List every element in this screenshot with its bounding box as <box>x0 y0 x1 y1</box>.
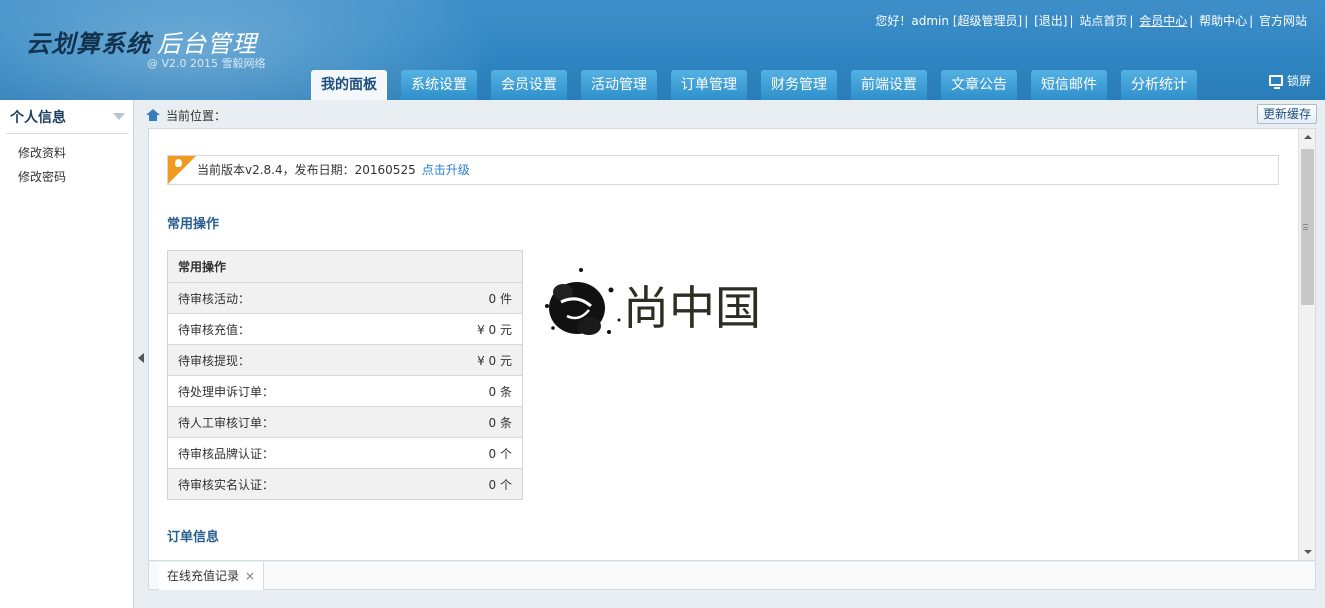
brand-calligraphy-image: 尚中国 <box>545 268 761 335</box>
bottom-tab-bar: 在线充值记录 × <box>148 562 1316 590</box>
section-title-common: 常用操作 <box>167 217 220 232</box>
table-row: 待处理申诉订单： 0 条 <box>168 375 522 406</box>
table-row: 待人工审核订单： 0 条 <box>168 406 522 437</box>
table-row: 待审核提现： ¥ 0 元 <box>168 344 522 375</box>
notice-text-wrap: 当前版本v2.8.4，发布日期：20160525 点击升级 <box>197 156 470 184</box>
tab-system-settings[interactable]: 系统设置 <box>401 70 477 100</box>
notice-corner <box>168 156 196 184</box>
version-notice: 当前版本v2.8.4，发布日期：20160525 点击升级 <box>167 155 1279 185</box>
table-row: 待审核活动： 0 件 <box>168 282 522 313</box>
row-label: 待审核品牌认证： <box>178 446 275 461</box>
notice-text: 当前版本v2.8.4，发布日期：20160525 <box>197 163 416 177</box>
tab-finance-management[interactable]: 财务管理 <box>761 70 837 100</box>
upgrade-link[interactable]: 点击升级 <box>422 163 470 177</box>
refresh-cache-button[interactable]: 更新缓存 <box>1257 104 1317 124</box>
scroll-down-icon[interactable] <box>1304 550 1312 554</box>
common-ops-table: 常用操作 待审核活动： 0 件 待审核充值： ¥ 0 元 待审核提现： ¥ 0 元 待… <box>167 250 523 500</box>
table-header-label: 常用操作 <box>178 260 227 274</box>
separator: | <box>1249 14 1254 28</box>
separator: | <box>1069 14 1074 28</box>
row-label: 待审核活动： <box>178 291 251 306</box>
tab-articles[interactable]: 文章公告 <box>941 70 1017 100</box>
lock-screen-label: 锁屏 <box>1286 74 1311 88</box>
logo-sub-text: 后台管理 <box>157 30 257 58</box>
section-title-orders: 订单信息 <box>167 530 220 545</box>
app-logo: 云划算系统 后台管理 <box>26 24 257 59</box>
brand-text: 尚中国 <box>623 281 761 335</box>
separator: | <box>1189 14 1194 28</box>
sidebar-title: 个人信息 <box>10 109 66 126</box>
row-value: 0 件 <box>488 291 512 306</box>
row-label: 待人工审核订单： <box>178 415 275 430</box>
row-value: ¥ 0 元 <box>477 353 512 368</box>
main-nav: 我的面板 系统设置 会员设置 活动管理 订单管理 财务管理 前端设置 文章公告 … <box>311 70 1197 100</box>
breadcrumb-label: 当前位置： <box>166 108 227 123</box>
help-center-link[interactable]: 帮助中心 <box>1199 14 1247 28</box>
row-label: 待处理申诉订单： <box>178 384 275 399</box>
separator: | <box>1024 14 1029 28</box>
table-header: 常用操作 <box>168 251 522 282</box>
tab-order-management[interactable]: 订单管理 <box>671 70 747 100</box>
tab-recharge-records[interactable]: 在线充值记录 × <box>159 562 265 590</box>
separator: | <box>1129 14 1134 28</box>
sidebar: 个人信息 修改资料 修改密码 <box>0 100 134 608</box>
top-header: 云划算系统 后台管理 @ V2.0 2015 雪毅网络 您好！admin [超级管… <box>0 0 1325 100</box>
row-label: 待审核实名认证： <box>178 477 275 492</box>
tab-frontend-settings[interactable]: 前端设置 <box>851 70 927 100</box>
lock-screen-button[interactable]: 锁屏 <box>1268 72 1311 89</box>
close-icon[interactable]: × <box>245 569 255 583</box>
sidebar-item-edit-profile[interactable]: 修改资料 <box>0 141 133 165</box>
tab-my-panel[interactable]: 我的面板 <box>311 70 387 100</box>
version-text: @ V2.0 2015 雪毅网络 <box>147 57 266 70</box>
row-value: 0 条 <box>488 415 512 430</box>
tab-analytics[interactable]: 分析统计 <box>1121 70 1197 100</box>
row-value: 0 个 <box>488 477 512 492</box>
tab-sms-email[interactable]: 短信邮件 <box>1031 70 1107 100</box>
sidebar-item-change-password[interactable]: 修改密码 <box>0 165 133 189</box>
main-panel: 当前版本v2.8.4，发布日期：20160525 点击升级 常用操作 常用操作 待… <box>148 128 1316 561</box>
vertical-scrollbar[interactable] <box>1298 129 1315 560</box>
row-label: 待审核提现： <box>178 353 251 368</box>
site-home-link[interactable]: 站点首页 <box>1079 14 1127 28</box>
top-links: 您好！admin [超级管理员] | [退出] | 站点首页 | 会员中心 | 帮助中心… <box>875 12 1307 29</box>
collapse-sidebar-icon[interactable] <box>138 353 144 363</box>
grip-icon <box>1303 224 1308 230</box>
row-value: 0 个 <box>488 446 512 461</box>
table-row: 待审核充值： ¥ 0 元 <box>168 313 522 344</box>
table-row: 待审核品牌认证： 0 个 <box>168 437 522 468</box>
scroll-up-icon[interactable] <box>1304 135 1312 139</box>
member-center-link[interactable]: 会员中心 <box>1139 14 1187 28</box>
tab-activity-management[interactable]: 活动管理 <box>581 70 657 100</box>
row-value: 0 条 <box>488 384 512 399</box>
row-label: 待审核充值： <box>178 322 251 337</box>
sidebar-header[interactable]: 个人信息 <box>6 100 129 134</box>
greeting-text: 您好！admin <box>875 14 949 28</box>
monitor-icon <box>1268 75 1283 89</box>
table-row: 待审核实名认证： 0 个 <box>168 468 522 499</box>
tab-member-settings[interactable]: 会员设置 <box>491 70 567 100</box>
lightbulb-icon <box>175 159 182 167</box>
role-link[interactable]: [超级管理员] <box>953 14 1022 28</box>
chevron-down-icon[interactable] <box>113 113 125 120</box>
tab-label: 在线充值记录 <box>167 569 240 583</box>
logo-main-text: 云划算系统 <box>26 30 151 58</box>
logout-link[interactable]: [退出] <box>1034 14 1067 28</box>
row-value: ¥ 0 元 <box>477 322 512 337</box>
official-site-link[interactable]: 官方网站 <box>1259 14 1307 28</box>
sidebar-list: 修改资料 修改密码 <box>0 141 133 189</box>
home-icon[interactable] <box>146 109 160 121</box>
breadcrumb: 当前位置： <box>146 104 226 126</box>
